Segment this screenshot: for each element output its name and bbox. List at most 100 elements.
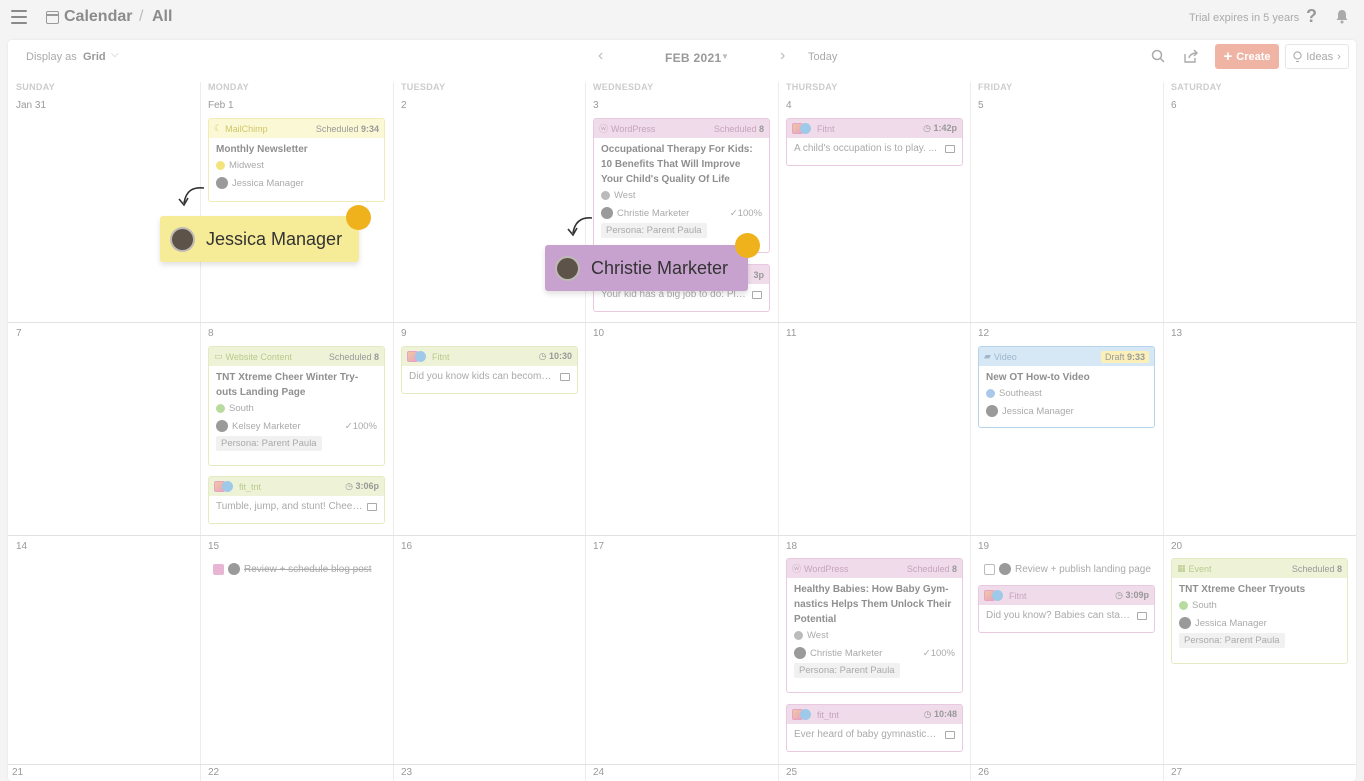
social-icons bbox=[792, 123, 811, 134]
avatar bbox=[986, 405, 998, 417]
notification-badge bbox=[346, 205, 371, 230]
task-checkbox[interactable] bbox=[213, 563, 224, 575]
avatar bbox=[170, 226, 195, 252]
social-post-card[interactable]: Fitnt ◷ 3:09p Did you know? Babies can s… bbox=[978, 585, 1155, 633]
weekday-sunday: SUNDAY bbox=[16, 82, 55, 92]
social-post-card[interactable]: fit_tnt ◷ 10:48 Ever heard of baby gymna… bbox=[786, 704, 963, 752]
day-number[interactable]: 23 bbox=[401, 767, 412, 778]
ideas-button[interactable]: Ideas › bbox=[1285, 44, 1349, 69]
day-number[interactable]: 7 bbox=[16, 328, 22, 339]
calendar-toolbar: Display as Grid ⌵ ‹ FEB 2021 ▼ › Today +… bbox=[8, 40, 1356, 74]
social-post-card[interactable]: Fitnt ◷ 1:42p A child's occupation is to… bbox=[786, 118, 963, 166]
day-number[interactable]: 24 bbox=[593, 767, 604, 778]
next-month-button[interactable]: › bbox=[780, 47, 785, 65]
month-grid: SUNDAY MONDAY TUESDAY WEDNESDAY THURSDAY… bbox=[8, 82, 1356, 781]
day-number[interactable]: 8 bbox=[208, 328, 214, 339]
video-card[interactable]: ▰ Video Draft 9:33 New OT How-to Video So… bbox=[978, 346, 1155, 428]
task-item[interactable]: Review + schedule blog post bbox=[213, 563, 372, 575]
jessica-manager-callout: Jessica Manager bbox=[160, 205, 371, 262]
weekday-saturday: SATURDAY bbox=[1171, 82, 1222, 92]
chevron-down-icon[interactable]: ⌵ bbox=[111, 49, 119, 60]
weekday-friday: FRIDAY bbox=[978, 82, 1013, 92]
website-content-card[interactable]: ▭ Website Content Scheduled 8 TNT Xtreme … bbox=[208, 346, 385, 466]
day-number[interactable]: 10 bbox=[593, 328, 604, 339]
day-number[interactable]: 3 bbox=[593, 100, 599, 111]
avatar bbox=[555, 255, 580, 281]
month-selector[interactable]: FEB 2021 bbox=[665, 51, 721, 65]
day-number[interactable]: 14 bbox=[16, 541, 27, 552]
image-icon bbox=[560, 372, 570, 381]
breadcrumb-all[interactable]: All bbox=[152, 8, 172, 26]
day-number[interactable]: Jan 31 bbox=[16, 100, 46, 111]
day-number[interactable]: 11 bbox=[786, 328, 796, 339]
week-divider bbox=[8, 535, 1356, 536]
day-number[interactable]: 15 bbox=[208, 541, 219, 552]
persona-tag: Persona: Parent Paula bbox=[1179, 633, 1285, 648]
day-number[interactable]: 6 bbox=[1171, 100, 1177, 111]
day-number[interactable]: 18 bbox=[786, 541, 797, 552]
hamburger-menu-icon[interactable] bbox=[11, 10, 27, 24]
day-number[interactable]: 16 bbox=[401, 541, 412, 552]
display-mode-select[interactable]: Grid bbox=[83, 51, 106, 63]
previous-month-button[interactable]: ‹ bbox=[598, 47, 603, 65]
day-number[interactable]: 20 bbox=[1171, 541, 1182, 552]
image-icon bbox=[945, 144, 955, 153]
search-icon[interactable] bbox=[1151, 49, 1165, 68]
column-divider bbox=[393, 82, 394, 781]
week-divider bbox=[8, 764, 1356, 765]
mailchimp-card[interactable]: ☾ MailChimp Scheduled 9:34 Monthly Newsle… bbox=[208, 118, 385, 202]
day-number[interactable]: 25 bbox=[786, 767, 797, 778]
app-root: Calendar / All Trial expires in 5 years … bbox=[0, 0, 1364, 781]
day-number[interactable]: 27 bbox=[1171, 767, 1182, 778]
column-divider bbox=[778, 82, 779, 781]
callout-arrow-icon bbox=[178, 187, 205, 207]
avatar bbox=[999, 563, 1011, 575]
persona-tag: Persona: Parent Paula bbox=[601, 223, 707, 238]
social-post-card[interactable]: fit_tnt ◷ 3:06p Tumble, jump, and stunt!… bbox=[208, 476, 385, 524]
help-icon[interactable]: ? bbox=[1306, 6, 1317, 27]
clock-icon: ◷ bbox=[923, 709, 932, 719]
clock-icon: ◷ bbox=[1115, 590, 1123, 600]
day-number[interactable]: 22 bbox=[208, 767, 219, 778]
day-number[interactable]: 5 bbox=[978, 100, 984, 111]
caret-down-icon[interactable]: ▼ bbox=[721, 52, 729, 61]
day-number[interactable]: 17 bbox=[593, 541, 604, 552]
day-number[interactable]: 13 bbox=[1171, 328, 1182, 339]
day-number[interactable]: 19 bbox=[978, 541, 989, 552]
avatar bbox=[216, 177, 228, 189]
wordpress-icon: ⓦ bbox=[599, 124, 609, 134]
region-dot-icon bbox=[216, 404, 225, 413]
notifications-bell-icon[interactable] bbox=[1335, 9, 1349, 24]
social-post-card[interactable]: Fitnt ◷ 10:30 Did you know kids can beco… bbox=[401, 346, 578, 394]
card-title: New OT How-to Video bbox=[986, 372, 1090, 383]
task-item[interactable]: Review + publish landing page bbox=[984, 563, 1151, 575]
day-number[interactable]: 12 bbox=[978, 328, 989, 339]
lightbulb-icon bbox=[1293, 50, 1302, 62]
column-divider bbox=[1163, 82, 1164, 781]
clock-icon: ◷ bbox=[345, 481, 353, 491]
day-number[interactable]: 2 bbox=[401, 100, 407, 111]
notification-badge bbox=[735, 233, 760, 258]
create-button[interactable]: + Create bbox=[1215, 44, 1279, 69]
region-dot-icon bbox=[986, 389, 995, 398]
region-dot-icon bbox=[601, 191, 610, 200]
calendar-panel: Display as Grid ⌵ ‹ FEB 2021 ▼ › Today +… bbox=[8, 40, 1356, 781]
avatar bbox=[794, 647, 806, 659]
wordpress-card[interactable]: ⓦ WordPress Scheduled 8 Healthy Babies: H… bbox=[786, 558, 963, 693]
checkmark-icon: ✓ bbox=[729, 207, 738, 219]
event-card[interactable]: ▦ Event Scheduled 8 TNT Xtreme Cheer Tryo… bbox=[1171, 558, 1348, 664]
today-button[interactable]: Today bbox=[808, 51, 837, 63]
avatar bbox=[1179, 617, 1191, 629]
share-icon[interactable] bbox=[1184, 49, 1199, 68]
chevron-right-icon: › bbox=[1337, 50, 1341, 63]
day-number[interactable]: 9 bbox=[401, 328, 407, 339]
top-bar: Calendar / All Trial expires in 5 years … bbox=[0, 0, 1364, 36]
day-number[interactable]: Feb 1 bbox=[208, 100, 234, 111]
social-icons bbox=[792, 709, 811, 720]
day-number[interactable]: 26 bbox=[978, 767, 989, 778]
callout-arrow-icon bbox=[567, 217, 593, 237]
column-divider bbox=[585, 82, 586, 781]
day-number[interactable]: 21 bbox=[12, 767, 23, 778]
task-checkbox[interactable] bbox=[984, 563, 995, 575]
day-number[interactable]: 4 bbox=[786, 100, 792, 111]
